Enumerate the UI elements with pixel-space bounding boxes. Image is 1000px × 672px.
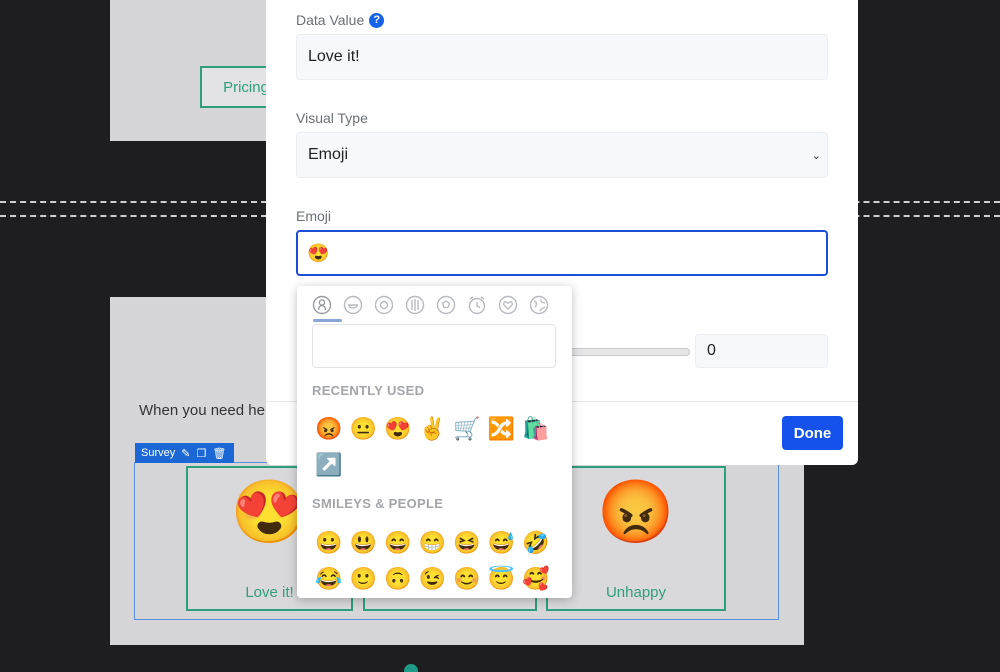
- smileys-emoji-grid: 😀 😃 😄 😁 😆 😅 🤣 😂 🙂 🙃 😉 😊 😇 🥰: [311, 529, 553, 593]
- emoji-item[interactable]: 😉: [415, 565, 450, 593]
- card-emoji: 😡: [597, 478, 675, 547]
- emoji-item[interactable]: 😡: [311, 415, 346, 443]
- chevron-down-icon: ⌄: [811, 150, 821, 162]
- emoji-item[interactable]: ↗️: [311, 451, 346, 479]
- done-button[interactable]: Done: [782, 416, 843, 450]
- help-icon[interactable]: ?: [369, 12, 385, 28]
- emoji-item[interactable]: 😐: [346, 415, 381, 443]
- emoji-item[interactable]: 😄: [380, 529, 415, 557]
- active-category-indicator: [313, 319, 342, 322]
- add-section-icon[interactable]: [404, 664, 418, 672]
- emoji-item[interactable]: 🛍️: [518, 415, 553, 443]
- pencil-icon[interactable]: ✎: [181, 447, 190, 460]
- ball-icon[interactable]: [435, 294, 457, 316]
- emoji-item[interactable]: 😂: [311, 565, 346, 593]
- emoji-item[interactable]: 🤣: [518, 529, 553, 557]
- recent-emoji-grid: 😡 😐 😍 ✌️ 🛒 🔀 🛍️ ↗️: [311, 415, 553, 479]
- emoji-item[interactable]: 😁: [415, 529, 450, 557]
- survey-option-card[interactable]: 😡 Unhappy: [546, 466, 726, 611]
- emoji-item[interactable]: 😅: [484, 529, 519, 557]
- emoji-item[interactable]: 🙃: [380, 565, 415, 593]
- survey-widget-tag[interactable]: Survey ✎ ❐ 🗑: [135, 443, 234, 463]
- heart-icon[interactable]: [497, 294, 519, 316]
- emoji-label: Emoji: [296, 208, 332, 224]
- activity-icon[interactable]: [373, 294, 395, 316]
- emoji-item[interactable]: ✌️: [415, 415, 450, 443]
- globe-icon[interactable]: [528, 294, 550, 316]
- smileys-heading: SMILEYS & PEOPLE: [312, 496, 444, 511]
- copy-icon[interactable]: ❐: [196, 447, 206, 460]
- size-slider[interactable]: [570, 348, 690, 356]
- emoji-search-input[interactable]: [312, 324, 556, 368]
- emoji-item[interactable]: 🛒: [449, 415, 484, 443]
- card-label: Unhappy: [605, 584, 667, 601]
- data-value-label-row: Data Value ?: [296, 12, 385, 28]
- clock-icon[interactable]: [466, 294, 488, 316]
- emoji-item[interactable]: 😀: [311, 529, 346, 557]
- emoji-item[interactable]: 🔀: [484, 415, 519, 443]
- emoji-item[interactable]: 😃: [346, 529, 381, 557]
- emoji-item[interactable]: 😆: [449, 529, 484, 557]
- food-icon[interactable]: [342, 294, 364, 316]
- emoji-item[interactable]: 😍: [380, 415, 415, 443]
- recently-used-heading: RECENTLY USED: [312, 383, 425, 398]
- data-value-input[interactable]: Love it!: [296, 34, 828, 80]
- visual-type-value: Emoji: [308, 146, 349, 163]
- emoji-item[interactable]: 🥰: [518, 565, 553, 593]
- visual-type-label: Visual Type: [296, 110, 368, 126]
- person-icon[interactable]: [311, 294, 333, 316]
- picker-categories: [311, 294, 550, 316]
- trash-icon[interactable]: 🗑: [212, 447, 226, 460]
- emoji-picker: RECENTLY USED 😡 😐 😍 ✌️ 🛒 🔀 🛍️ ↗️ SMILEYS…: [297, 286, 572, 598]
- number-input[interactable]: 0: [695, 334, 828, 368]
- visual-type-select[interactable]: Emoji ⌄: [296, 132, 828, 178]
- emoji-input[interactable]: 😍: [296, 230, 828, 276]
- section-text: When you need he: [139, 402, 265, 419]
- emoji-item[interactable]: 😊: [449, 565, 484, 593]
- emoji-item[interactable]: 😇: [484, 565, 519, 593]
- emoji-item[interactable]: 🙂: [346, 565, 381, 593]
- data-value-label: Data Value: [296, 12, 365, 28]
- survey-tag-label: Survey: [141, 447, 176, 459]
- travel-icon[interactable]: [404, 294, 426, 316]
